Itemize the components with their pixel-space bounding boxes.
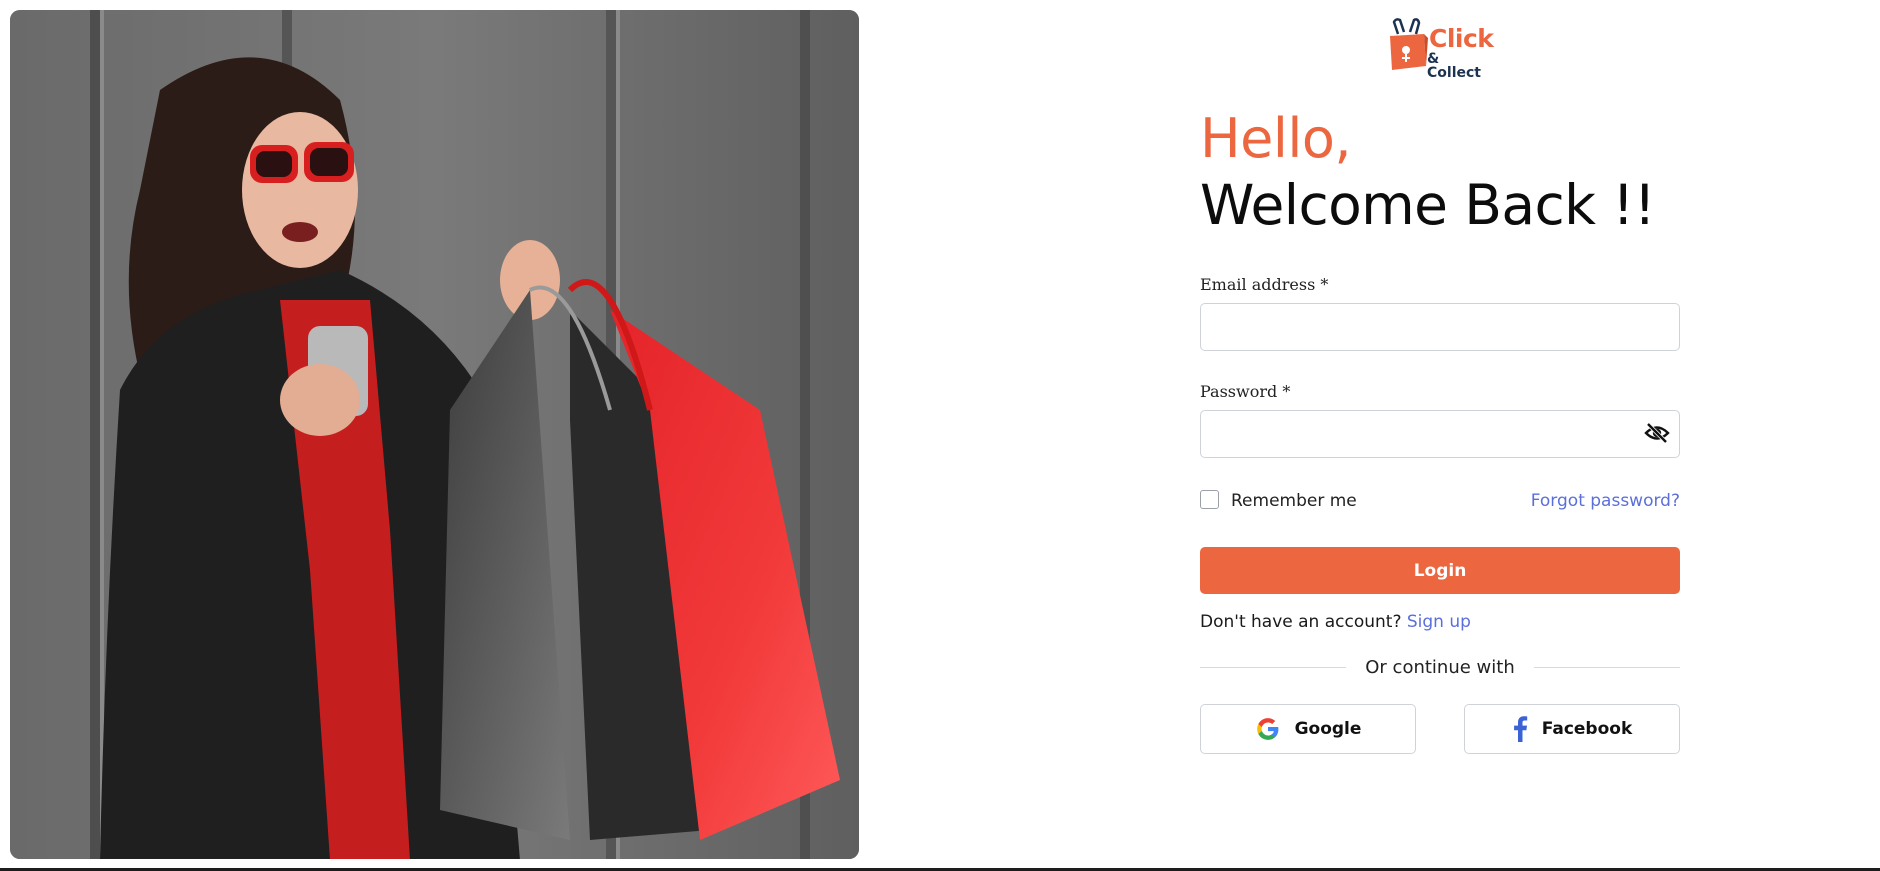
greeting-welcome-back: Welcome Back !! — [1200, 173, 1656, 237]
facebook-button-label: Facebook — [1541, 719, 1633, 739]
brand-name-click: Click — [1429, 24, 1494, 53]
password-label: Password * — [1200, 382, 1291, 401]
facebook-icon — [1512, 716, 1528, 742]
facebook-button[interactable]: Facebook — [1464, 704, 1680, 754]
forgot-password-link[interactable]: Forgot password? — [1531, 491, 1680, 511]
remember-me-checkbox[interactable] — [1200, 489, 1219, 509]
google-button[interactable]: Google — [1200, 704, 1416, 754]
divider-text: Or continue with — [1365, 657, 1515, 678]
shopping-woman-illustration — [10, 10, 859, 859]
remember-me[interactable]: Remember me — [1200, 489, 1357, 511]
google-button-label: Google — [1294, 719, 1362, 739]
email-input[interactable] — [1200, 303, 1680, 351]
password-input[interactable] — [1200, 410, 1680, 458]
signup-prompt: Don't have an account? — [1200, 612, 1402, 632]
signup-row: Don't have an account? Sign up — [1200, 612, 1471, 632]
greeting-hello: Hello, — [1200, 107, 1352, 170]
hero-image — [10, 10, 859, 859]
brand-logo[interactable]: Click & Collect — [1386, 16, 1496, 80]
brand-name-collect: & Collect — [1427, 51, 1481, 81]
login-button[interactable]: Login — [1200, 547, 1680, 594]
signup-link[interactable]: Sign up — [1407, 612, 1471, 632]
google-icon — [1255, 716, 1281, 742]
email-label: Email address * — [1200, 275, 1329, 294]
eye-slash-icon[interactable] — [1644, 421, 1670, 445]
remember-me-label: Remember me — [1231, 491, 1357, 511]
shopping-bag-logo-icon — [1390, 18, 1428, 70]
